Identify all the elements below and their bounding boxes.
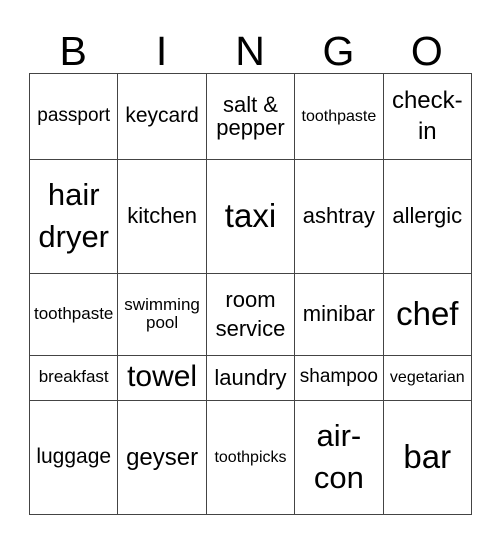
bingo-row: luggage geyser toothpicks air-con bar: [28, 399, 473, 516]
bingo-cell[interactable]: passport: [28, 73, 119, 160]
bingo-cell[interactable]: breakfast: [28, 354, 119, 401]
bingo-cell[interactable]: check-in: [382, 73, 473, 160]
bingo-cell[interactable]: salt & pepper: [205, 73, 296, 160]
bingo-cell[interactable]: room service: [205, 272, 296, 356]
bingo-cell[interactable]: hair dryer: [28, 158, 119, 274]
header-letter-n: N: [235, 28, 265, 74]
bingo-cell[interactable]: toothpaste: [28, 272, 119, 356]
bingo-cell[interactable]: keycard: [117, 73, 207, 160]
header-letter-b: B: [59, 28, 87, 74]
bingo-cell[interactable]: bar: [382, 399, 473, 516]
header-letter-i: I: [155, 28, 168, 74]
header-letter-g: G: [322, 28, 355, 74]
bingo-cell[interactable]: air-con: [294, 399, 384, 516]
bingo-row: hair dryer kitchen taxi ashtray allergic: [28, 158, 473, 274]
bingo-cell[interactable]: swimming pool: [117, 272, 207, 356]
bingo-row: breakfast towel laundry shampoo vegetari…: [28, 354, 473, 401]
bingo-cell[interactable]: luggage: [28, 399, 119, 516]
bingo-cell[interactable]: ashtray: [294, 158, 384, 274]
bingo-cell[interactable]: toothpaste: [294, 73, 384, 160]
bingo-cell[interactable]: towel: [117, 354, 207, 401]
bingo-cell[interactable]: shampoo: [294, 354, 384, 401]
bingo-cell[interactable]: allergic: [382, 158, 473, 274]
bingo-cell[interactable]: minibar: [294, 272, 384, 356]
bingo-cell[interactable]: vegetarian: [382, 354, 473, 401]
bingo-row: passport keycard salt & pepper toothpast…: [28, 73, 473, 160]
header-letter-o: O: [410, 28, 443, 74]
bingo-cell[interactable]: geyser: [117, 399, 207, 516]
bingo-card: passport keycard salt & pepper toothpast…: [28, 73, 473, 516]
bingo-cell[interactable]: taxi: [205, 158, 296, 274]
bingo-cell[interactable]: laundry: [205, 354, 296, 401]
bingo-cell[interactable]: kitchen: [117, 158, 207, 274]
bingo-header: B I N G O: [29, 28, 471, 74]
bingo-cell[interactable]: toothpicks: [205, 399, 296, 516]
bingo-cell[interactable]: chef: [382, 272, 473, 356]
bingo-row: toothpaste swimming pool room service mi…: [28, 272, 473, 356]
